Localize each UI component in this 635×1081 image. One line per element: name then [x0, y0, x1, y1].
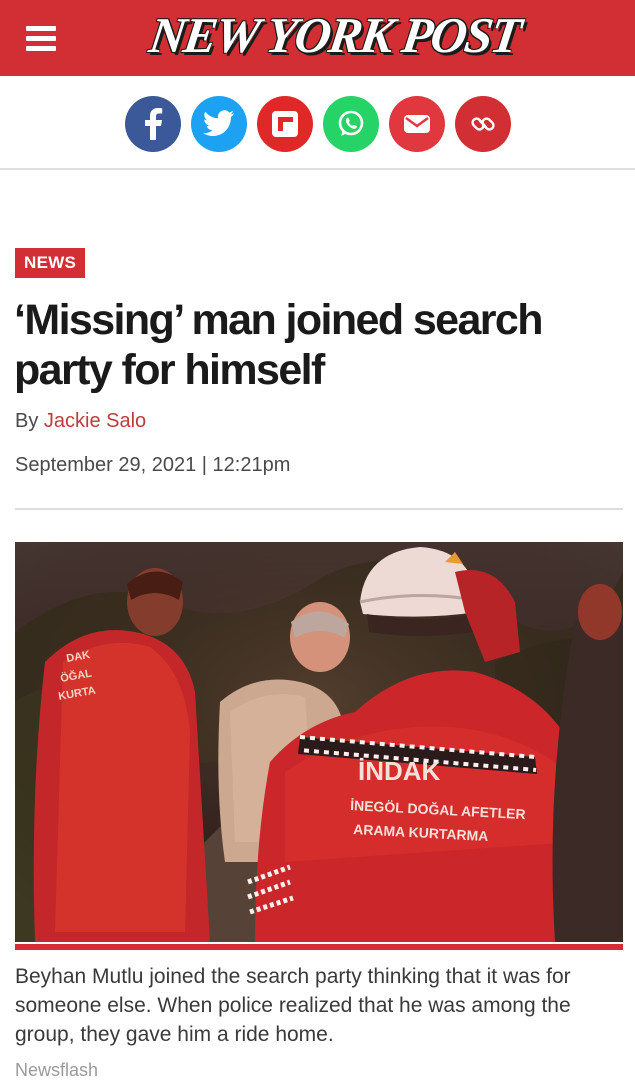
whatsapp-icon	[338, 110, 364, 136]
author-link[interactable]: Jackie Salo	[44, 410, 146, 432]
email-icon	[404, 115, 430, 133]
twitter-icon	[203, 110, 234, 136]
photo-divider	[15, 944, 623, 950]
facebook-share-button[interactable]	[125, 96, 181, 152]
article-photo[interactable]: DAK ÖĞAL KURTA İNDAK İNEGÖL DOĞAL AFETLE…	[15, 542, 623, 942]
flipboard-icon	[272, 111, 298, 137]
whatsapp-share-button[interactable]	[323, 96, 379, 152]
byline: By Jackie Salo	[15, 410, 146, 433]
flipboard-share-button[interactable]	[257, 96, 313, 152]
byline-prefix: By	[15, 410, 39, 432]
facebook-icon	[145, 108, 163, 140]
site-header: NEW YORK POST	[0, 0, 635, 76]
share-bar	[0, 76, 635, 170]
photo-credit: Newsflash	[15, 1060, 99, 1080]
twitter-share-button[interactable]	[191, 96, 247, 152]
copy-link-share-button[interactable]	[455, 96, 511, 152]
article-headline: ‘Missing’ man joined search party for hi…	[14, 296, 544, 394]
section-badge[interactable]: NEWS	[15, 248, 86, 278]
publish-date: September 29, 2021 | 12:21pm	[15, 454, 291, 476]
link-icon	[471, 117, 495, 131]
photo-caption: Beyhan Mutlu joined the search party thi…	[15, 965, 571, 1046]
hamburger-menu-icon[interactable]	[26, 26, 56, 52]
divider	[15, 508, 623, 510]
email-share-button[interactable]	[389, 96, 445, 152]
site-logo[interactable]: NEW YORK POST	[146, 4, 523, 66]
rescue-team-photo: DAK ÖĞAL KURTA İNDAK İNEGÖL DOĞAL AFETLE…	[15, 542, 623, 942]
